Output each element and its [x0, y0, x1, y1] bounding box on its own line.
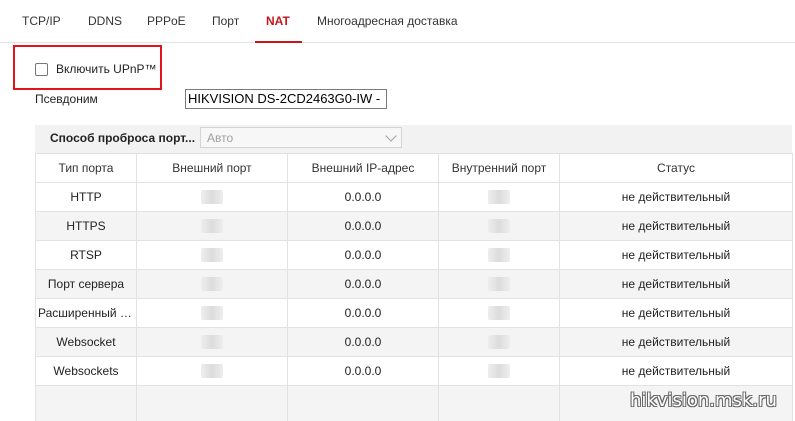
external-port-cell: [136, 356, 288, 386]
external-ip-cell: 0.0.0.0: [287, 269, 439, 299]
redacted-value: [201, 277, 223, 292]
redacted-value: [201, 364, 223, 379]
tab-pppoe[interactable]: PPPoE: [147, 14, 186, 28]
status-cell: не действительный: [559, 327, 793, 357]
tab-ddns[interactable]: DDNS: [88, 14, 122, 28]
external-ip-cell: 0.0.0.0: [287, 327, 439, 357]
internal-port-cell: [438, 298, 560, 328]
port-mapping-value: Авто: [207, 131, 234, 145]
external-port-cell: [136, 327, 288, 357]
redacted-value: [488, 277, 510, 292]
port-type-cell: Порт сервера: [35, 269, 137, 299]
tab-bar: TCP/IP DDNS PPPoE Порт NAT Многоадресная…: [0, 0, 795, 43]
redacted-value: [201, 306, 223, 321]
table-row: Порт сервера 0.0.0.0 не действительный: [35, 269, 793, 299]
alias-input[interactable]: HIKVISION DS-2CD2463G0-IW -: [185, 89, 387, 109]
table-row: Websocket 0.0.0.0 не действительный: [35, 327, 793, 357]
tab-tcpip[interactable]: TCP/IP: [22, 14, 61, 28]
external-ip-cell: 0.0.0.0: [287, 298, 439, 328]
internal-port-cell: [438, 240, 560, 270]
status-cell: не действительный: [559, 211, 793, 241]
redacted-value: [488, 219, 510, 234]
redacted-value: [201, 190, 223, 205]
redacted-value: [488, 248, 510, 263]
external-port-cell: [136, 269, 288, 299]
external-port-cell: [136, 182, 288, 212]
redacted-value: [201, 248, 223, 263]
internal-port-cell: [438, 211, 560, 241]
status-cell: не действительный: [559, 240, 793, 270]
redacted-value: [201, 219, 223, 234]
table-header-row: Тип порта Внешний порт Внешний IP-адрес …: [35, 153, 793, 183]
redacted-value: [488, 306, 510, 321]
internal-port-cell: [438, 182, 560, 212]
internal-port-cell: [438, 327, 560, 357]
col-header-port-type: Тип порта: [35, 153, 137, 183]
table-row: Расширенный с... 0.0.0.0 не действительн…: [35, 298, 793, 328]
port-type-cell: HTTP: [35, 182, 137, 212]
col-header-internal-port: Внутренний порт: [438, 153, 560, 183]
status-cell: не действительный: [559, 356, 793, 386]
external-ip-cell: 0.0.0.0: [287, 182, 439, 212]
chevron-down-icon: [385, 130, 397, 142]
redacted-value: [488, 364, 510, 379]
col-header-status: Статус: [559, 153, 793, 183]
table-row: HTTP 0.0.0.0 не действительный: [35, 182, 793, 212]
status-cell: не действительный: [559, 182, 793, 212]
redacted-value: [488, 190, 510, 205]
port-mapping-label: Способ проброса порт...: [50, 131, 196, 145]
upnp-label: Включить UPnP™: [56, 62, 157, 76]
redacted-value: [201, 335, 223, 350]
port-mapping-select[interactable]: Авто: [200, 127, 402, 148]
internal-port-cell: [438, 269, 560, 299]
external-ip-cell: 0.0.0.0: [287, 211, 439, 241]
table-row: RTSP 0.0.0.0 не действительный: [35, 240, 793, 270]
tab-port[interactable]: Порт: [212, 14, 239, 28]
port-type-cell: RTSP: [35, 240, 137, 270]
table-row: HTTPS 0.0.0.0 не действительный: [35, 211, 793, 241]
external-ip-cell: 0.0.0.0: [287, 356, 439, 386]
col-header-external-port: Внешний порт: [136, 153, 288, 183]
external-port-cell: [136, 211, 288, 241]
port-type-cell: Websockets: [35, 356, 137, 386]
status-cell: не действительный: [559, 298, 793, 328]
port-type-cell: Websocket: [35, 327, 137, 357]
external-ip-cell: 0.0.0.0: [287, 240, 439, 270]
upnp-checkbox[interactable]: [35, 63, 48, 76]
port-type-cell: Расширенный с...: [35, 298, 137, 328]
tab-nat[interactable]: NAT: [266, 14, 290, 28]
external-port-cell: [136, 240, 288, 270]
redacted-value: [488, 335, 510, 350]
internal-port-cell: [438, 356, 560, 386]
external-port-cell: [136, 298, 288, 328]
col-header-external-ip: Внешний IP-адрес: [287, 153, 439, 183]
tab-multicast[interactable]: Многоадресная доставка: [317, 14, 458, 28]
watermark: hikvision.msk.ru: [630, 390, 777, 411]
status-cell: не действительный: [559, 269, 793, 299]
alias-label: Псевдоним: [35, 92, 98, 106]
active-tab-indicator: [255, 41, 302, 43]
table-row: Websockets 0.0.0.0 не действительный: [35, 356, 793, 386]
port-type-cell: HTTPS: [35, 211, 137, 241]
port-table: Тип порта Внешний порт Внешний IP-адрес …: [35, 153, 793, 421]
